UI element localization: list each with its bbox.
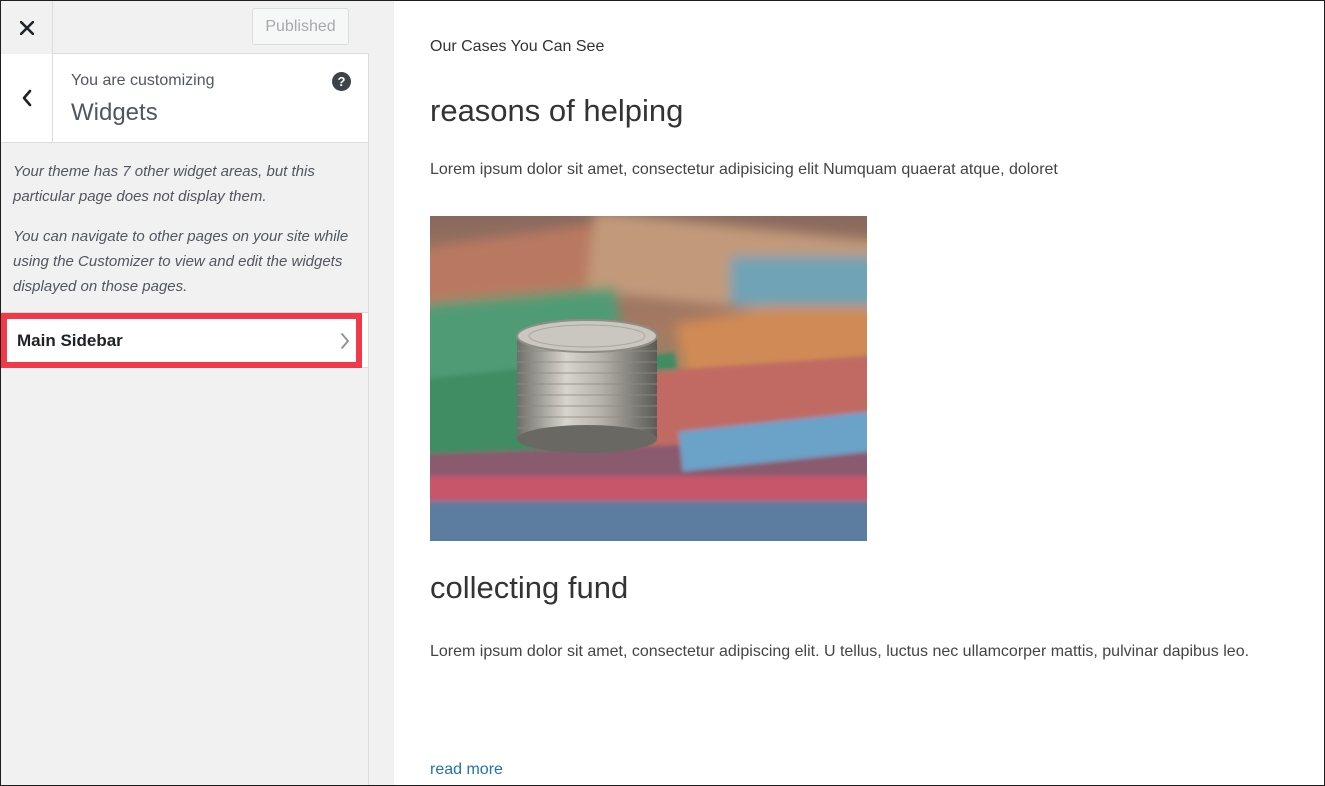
panel-header: You are customizing Widgets ?	[1, 54, 368, 143]
close-icon	[19, 20, 34, 35]
help-icon[interactable]: ?	[332, 72, 351, 91]
publish-button[interactable]: Published	[252, 8, 349, 45]
site-preview: Our Cases You Can See reasons of helping…	[369, 1, 1324, 785]
post-paragraph: Lorem ipsum dolor sit amet, consectetur …	[430, 161, 1058, 178]
coins-on-banknotes-photo	[430, 216, 867, 541]
post-heading: reasons of helping	[430, 93, 684, 128]
chevron-left-icon	[22, 89, 31, 107]
customizer-window: Published You are customizing Widgets ? …	[0, 0, 1325, 786]
section-item-main-sidebar: Main Sidebar	[1, 313, 368, 368]
read-more-link[interactable]: read more	[430, 761, 503, 779]
preview-page: Our Cases You Can See reasons of helping…	[394, 1, 1324, 785]
post-paragraph: Lorem ipsum dolor sit amet, consectetur …	[430, 643, 1250, 660]
customizer-topbar: Published	[1, 1, 369, 54]
widget-areas-notice: Your theme has 7 other widget areas, but…	[13, 159, 353, 314]
close-button[interactable]	[1, 1, 53, 54]
section-label: Main Sidebar	[17, 331, 123, 350]
photo-illustration	[430, 216, 867, 541]
post-heading: collecting fund	[430, 570, 629, 605]
customizing-label: You are customizing	[71, 72, 215, 89]
notice-paragraph: Your theme has 7 other widget areas, but…	[13, 163, 315, 205]
section-eyebrow: Our Cases You Can See	[430, 38, 605, 55]
panel-title: Widgets	[71, 99, 158, 126]
customizer-sidebar: Published You are customizing Widgets ? …	[1, 1, 369, 785]
chevron-right-icon	[341, 333, 349, 349]
back-button[interactable]	[1, 54, 53, 142]
notice-paragraph: You can navigate to other pages on your …	[13, 228, 349, 295]
main-sidebar-button[interactable]: Main Sidebar	[1, 313, 362, 368]
